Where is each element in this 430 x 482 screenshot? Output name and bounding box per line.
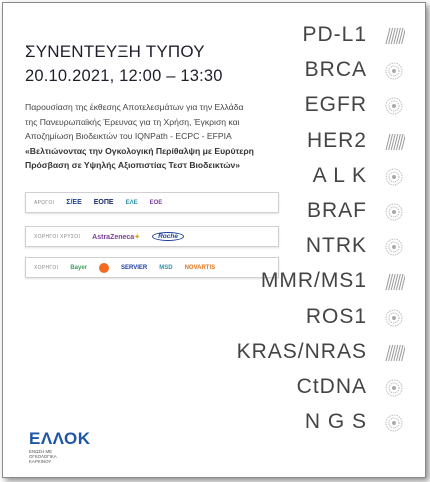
sponsors-label: ΧΟΡΗΓΟΙ bbox=[34, 264, 59, 271]
logo-msd: MSD bbox=[159, 264, 173, 271]
logo-bayer: Bayer bbox=[70, 264, 87, 271]
astrazeneca-text: AstraZeneca bbox=[92, 233, 135, 241]
biomarker-label: A L K bbox=[312, 163, 367, 187]
histology-texture-icon bbox=[383, 131, 405, 153]
biomarker-label: N G S bbox=[304, 410, 367, 434]
biomarker-label: CtDNA bbox=[296, 375, 367, 398]
histology-texture-icon bbox=[383, 201, 405, 223]
histology-texture-icon bbox=[383, 271, 405, 293]
gsk-logo-icon bbox=[99, 262, 109, 273]
biomarker-label: NTRK bbox=[305, 234, 367, 258]
histology-texture-icon bbox=[383, 412, 405, 434]
supporters-label: ΑΡΩΓΟΙ bbox=[34, 199, 55, 206]
org-logo: ΕΛΛΟΚ bbox=[29, 429, 91, 448]
biomarker-label: BRAF bbox=[306, 199, 367, 222]
histology-texture-icon bbox=[383, 236, 405, 258]
logo-roche: Roche bbox=[152, 232, 184, 241]
press-description: Παρουσίαση της έκθεσης Αποτελεσμάτων για… bbox=[25, 100, 283, 173]
supporters-logo-row: ΑΡΩΓΟΙ Σ/ΕΕ ΕΟΠΕ ΕΛΕ ΕΟΕ bbox=[25, 192, 279, 213]
logo-ele: ΕΛΕ bbox=[125, 199, 138, 206]
press-title: ΣΥΝΕΝΤΕΥΞΗ ΤΥΠΟΥ bbox=[25, 42, 205, 61]
histology-texture-icon bbox=[383, 95, 405, 117]
histology-texture-icon bbox=[383, 307, 405, 329]
desc-line: Αποζημίωση Βιοδεικτών του IQNPath - ECPC… bbox=[25, 131, 232, 142]
gold-sponsors-logo-row: ΧΟΡΗΓΟΙ ΧΡΥΣΟΙ AstraZeneca✦ Roche bbox=[25, 226, 279, 247]
desc-line: της Πανευρωπαϊκής Έρευνας για τη Χρήση, … bbox=[25, 116, 240, 127]
press-datetime: 20.10.2021, 12:00 – 13:30 bbox=[25, 67, 223, 85]
sponsors-logo-row: ΧΟΡΗΓΟΙ Bayer SERVIER MSD NOVARTIS bbox=[25, 257, 279, 278]
biomarker-label: PD-L1 bbox=[302, 23, 367, 46]
desc-bold-line: «Βελτιώνοντας την Ογκολογική Περίθαλψη μ… bbox=[25, 145, 254, 156]
gold-sponsors-label: ΧΟΡΗΓΟΙ ΧΡΥΣΟΙ bbox=[34, 233, 81, 240]
histology-texture-icon bbox=[383, 25, 405, 47]
logo-astrazeneca: AstraZeneca✦ bbox=[92, 233, 140, 241]
org-subtitle: ΕΝΩΣΗ ΜΕ ΟΓΚΟΛΟΓΙΚΑ ΚΑΡΚΙΝΟΥ bbox=[29, 449, 79, 465]
org-subtitle-line: ΚΑΡΚΙΝΟΥ bbox=[29, 459, 52, 465]
logo-eoe: ΕΟΕ bbox=[149, 199, 163, 206]
biomarker-label: BRCA bbox=[304, 58, 367, 82]
biomarker-label: EGFR bbox=[304, 93, 367, 117]
logo-servier: SERVIER bbox=[121, 264, 148, 271]
logo-eope: ΕΟΠΕ bbox=[93, 199, 114, 206]
biomarker-label: HER2 bbox=[306, 128, 367, 152]
histology-texture-icon bbox=[383, 377, 405, 399]
desc-bold-line: Πρόσβαση σε Υψηλής Αξιοπιστίας Τεστ Βιοδ… bbox=[25, 160, 241, 171]
press-invitation-card: ΣΥΝΕΝΤΕΥΞΗ ΤΥΠΟΥ 20.10.2021, 12:00 – 13:… bbox=[2, 2, 426, 478]
biomarker-label: KRAS/NRAS bbox=[236, 339, 367, 363]
logo-sfee: Σ/ΕΕ bbox=[66, 199, 82, 206]
biomarker-label: MMR/MS1 bbox=[260, 269, 367, 293]
histology-texture-icon bbox=[383, 342, 405, 364]
histology-texture-icon bbox=[383, 166, 405, 188]
logo-novartis: NOVARTIS bbox=[184, 264, 216, 271]
histology-texture-icon bbox=[383, 60, 405, 82]
desc-line: Παρουσίαση της έκθεσης Αποτελεσμάτων για… bbox=[25, 102, 244, 112]
biomarker-label: ROS1 bbox=[305, 304, 367, 328]
astrazeneca-mark-icon: ✦ bbox=[134, 233, 141, 241]
